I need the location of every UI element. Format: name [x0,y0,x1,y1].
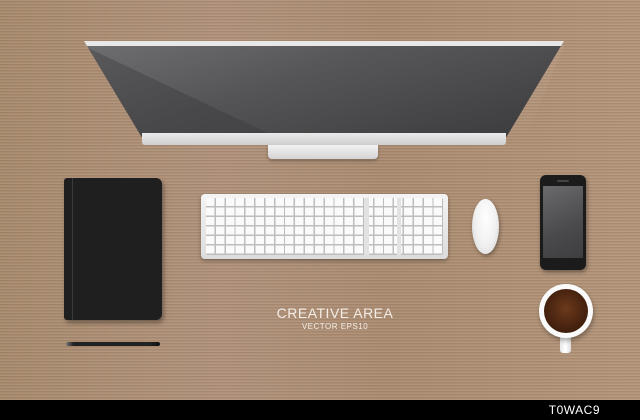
keyboard-section-gap [397,198,401,255]
smartphone-icon [540,175,586,270]
scene-subtitle: VECTOR EPS10 [301,322,369,331]
image-id-label: T0WAC9 [548,403,600,417]
pencil-icon [66,342,160,346]
mouse-icon [472,199,499,254]
coffee-liquid [544,289,588,333]
cup-handle [560,336,571,353]
phone-speaker [557,180,569,182]
phone-screen [543,186,583,258]
coffee-cup-icon [539,284,593,338]
monitor-stand [268,145,378,159]
keyboard-icon [201,194,448,259]
keyboard-keys [206,198,443,255]
scene-title: CREATIVE AREA [276,305,394,321]
monitor-chin [142,133,506,145]
keyboard-section-gap [364,198,369,255]
watermark-bar: T0WAC9 [0,400,640,420]
notebook-icon [64,178,162,320]
